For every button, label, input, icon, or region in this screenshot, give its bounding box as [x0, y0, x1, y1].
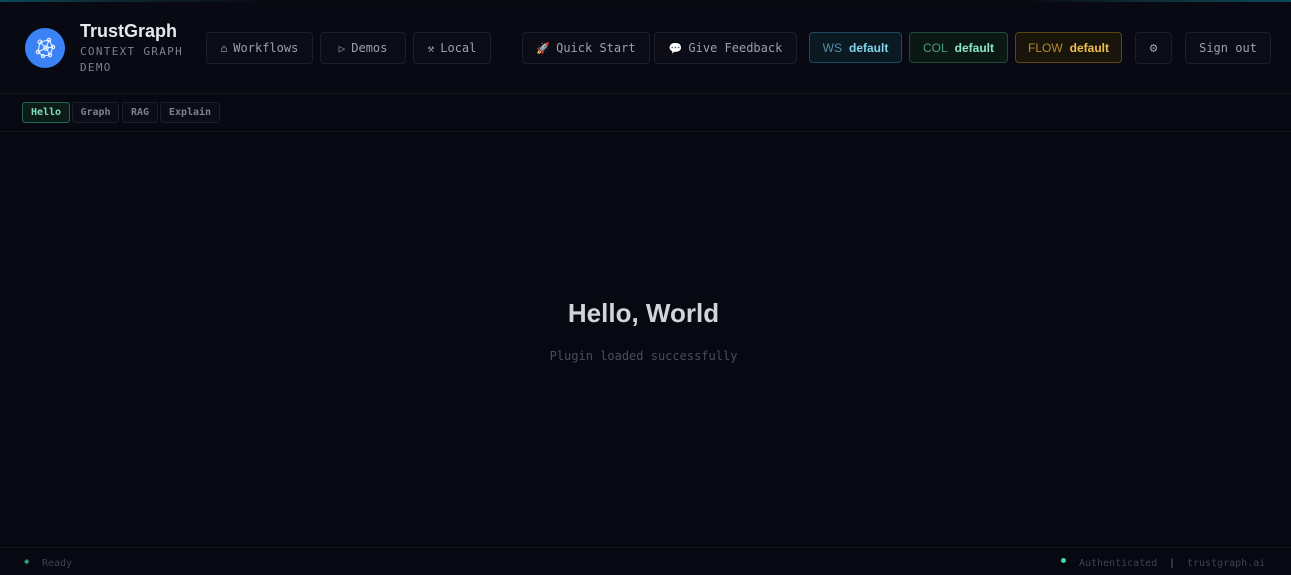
page-heading: Hello, World	[567, 298, 720, 328]
give-feedback-label: Give Feedback	[688, 41, 783, 55]
tab-graph[interactable]: Graph	[72, 102, 119, 123]
collection-value: default	[954, 40, 995, 55]
site-link[interactable]: trustgraph.ai	[1187, 558, 1265, 569]
rocket-icon: 🚀	[536, 41, 551, 55]
flow-selector[interactable]: FLOW default	[1015, 32, 1122, 63]
collection-selector[interactable]: COL default	[909, 32, 1008, 63]
quick-start-button[interactable]: 🚀 Quick Start	[522, 32, 650, 64]
home-icon: ⌂	[220, 41, 228, 55]
workspace-value: default	[849, 40, 889, 55]
app-subtitle: CONTEXT GRAPH DEMO	[80, 45, 183, 74]
settings-button[interactable]: ⚙	[1135, 32, 1172, 64]
sign-out-button[interactable]: Sign out	[1185, 32, 1271, 64]
tab-explain[interactable]: Explain	[160, 102, 220, 123]
quick-start-label: Quick Start	[556, 41, 636, 55]
workspace-key: WS	[822, 40, 842, 55]
status-bar: ◈ Ready Authenticated | trustgraph.ai	[0, 547, 1291, 575]
flow-value: default	[1069, 40, 1109, 55]
tab-rag[interactable]: RAG	[122, 102, 158, 123]
tools-icon: ⚒	[427, 41, 435, 55]
nav-local-label: Local	[440, 41, 477, 55]
flow-key: FLOW	[1027, 40, 1063, 55]
nav-demos-button[interactable]: ▷ Demos	[320, 32, 406, 64]
nav-workflows-label: Workflows	[233, 41, 299, 55]
gear-icon: ⚙	[1149, 40, 1158, 56]
tab-hello[interactable]: Hello	[22, 102, 70, 123]
diamond-icon: ◈	[24, 557, 30, 567]
auth-status-text: Authenticated	[1079, 558, 1158, 569]
nav-demos-label: Demos	[351, 41, 388, 55]
app-title: TrustGraph	[80, 21, 178, 41]
speech-bubble-icon: 💬	[668, 41, 683, 55]
status-text: Ready	[42, 558, 73, 569]
play-icon: ▷	[338, 41, 346, 55]
give-feedback-button[interactable]: 💬 Give Feedback	[654, 32, 797, 64]
trustgraph-logo[interactable]	[25, 28, 65, 68]
plugin-tab-bar: Hello Graph RAG Explain	[0, 95, 1291, 132]
nav-local-button[interactable]: ⚒ Local	[413, 32, 491, 64]
app-header: TrustGraph CONTEXT GRAPH DEMO ⌂ Workflow…	[0, 2, 1291, 94]
auth-status-dot	[1061, 558, 1066, 563]
nav-workflows-button[interactable]: ⌂ Workflows	[206, 32, 313, 64]
graph-network-icon	[35, 37, 56, 59]
footer-separator: |	[1169, 558, 1176, 569]
status-message: Plugin loaded successfully	[549, 349, 738, 363]
collection-key: COL	[922, 40, 948, 55]
workspace-selector[interactable]: WS default	[809, 32, 902, 63]
